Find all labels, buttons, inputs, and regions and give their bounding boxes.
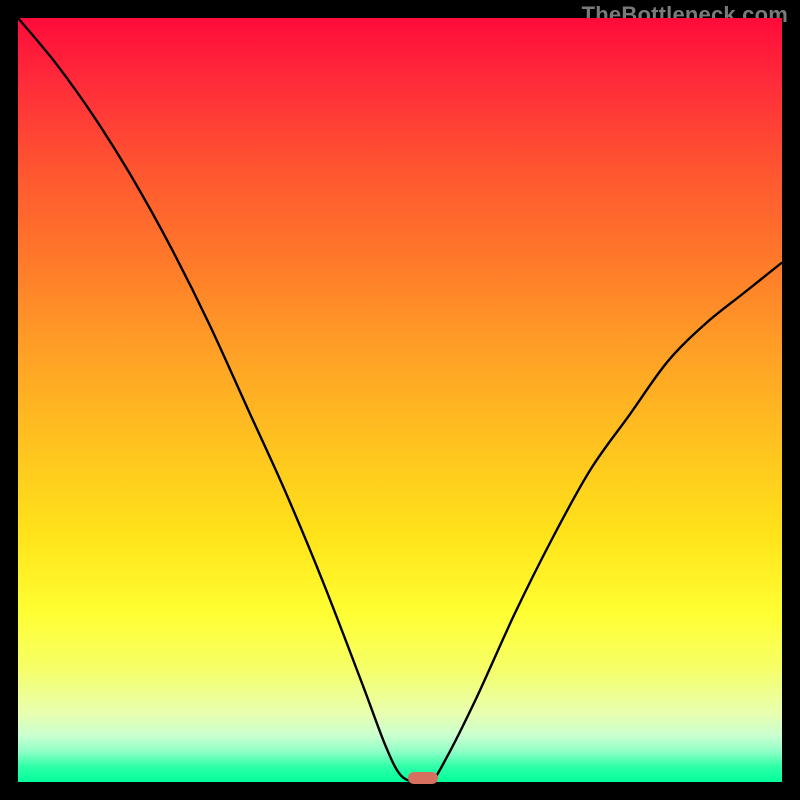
- curve-line: [18, 18, 782, 782]
- bottleneck-curve: [18, 18, 782, 782]
- outer-frame: TheBottleneck.com: [0, 0, 800, 800]
- gradient-plot-area: [18, 18, 782, 782]
- optimal-marker: [408, 772, 438, 784]
